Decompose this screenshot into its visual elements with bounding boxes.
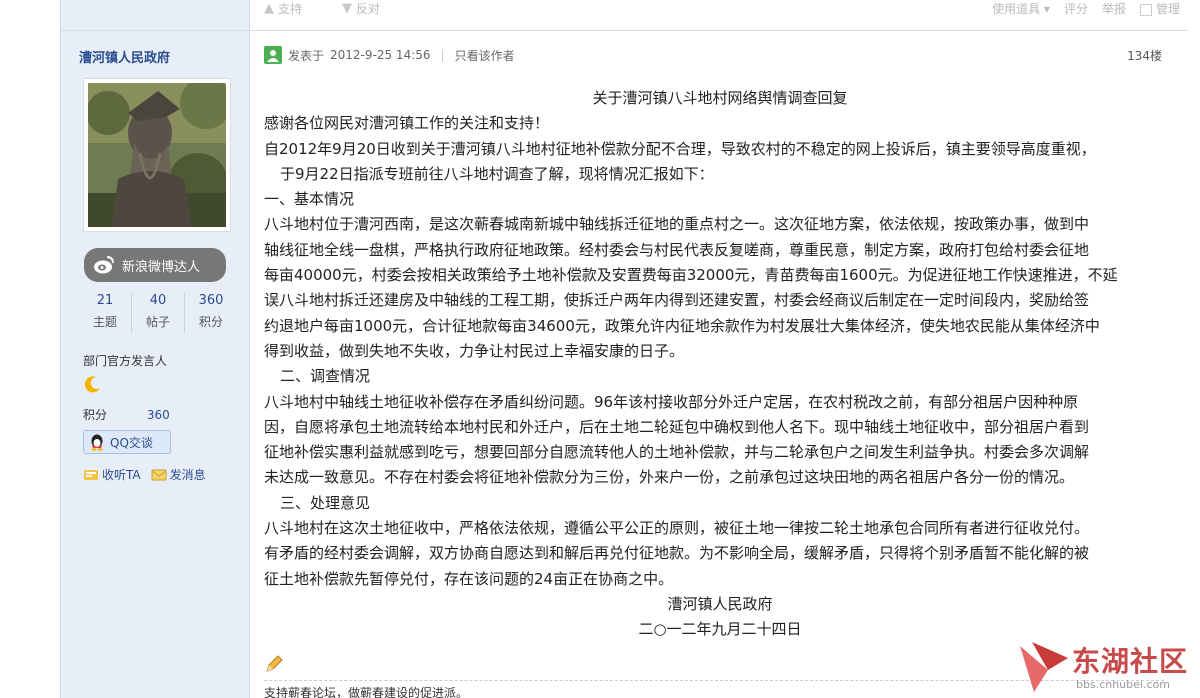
post-line: 八斗地村位于漕河西南，是这次蕲春城南新城中轴线拆迁征地的重点村之一。这次征地方案… [264, 215, 1090, 234]
stat-posts[interactable]: 40 帖子 [132, 293, 185, 333]
post-line: 得到收益，做到失地不失收，力争让村民过上幸福安康的日子。 [264, 341, 685, 360]
author-actions: 收听TA 发消息 [83, 466, 206, 483]
points-label: 积分 [83, 408, 108, 422]
qq-chat-button[interactable]: QQ交谈 [83, 430, 171, 454]
oppose-button[interactable]: ▼ 反对 [342, 0, 380, 17]
follow-icon [84, 469, 98, 480]
previous-post-actions: ▲ 支持 ▼ 反对 使用道具 ▾ 评分 举报 管理 [250, 0, 1188, 18]
post-line: 有矛盾的经村委会调解，双方协商自愿达到和解后再兑付征地款。为不影响全局，缓解矛盾… [264, 544, 1090, 563]
posted-time: 2012-9-25 14:56 [330, 48, 431, 62]
author-role: 部门官方发言人 [83, 354, 168, 368]
send-message-label: 发消息 [169, 468, 206, 482]
posted-prefix: 发表于 [288, 48, 325, 63]
watermark-logo [1020, 642, 1068, 692]
section-heading: 二、调查情况 [280, 367, 371, 386]
stat-value: 21 [96, 293, 114, 308]
pencil-icon [266, 655, 283, 672]
forum-post: 漕河镇人民政府 新浪微博达人 21 主题 40 帖子 360 积分 部门官方发言… [60, 0, 1188, 698]
author-name-link[interactable]: 漕河镇人民政府 [79, 47, 170, 66]
manage-checkbox[interactable] [1139, 3, 1152, 16]
post-line: 八斗地村中轴线土地征收补偿存在矛盾纠纷问题。96年该村接收部分外迁户定居，在农村… [264, 392, 1079, 411]
stat-label: 主题 [92, 315, 117, 329]
sign-org: 漕河镇人民政府 [667, 594, 773, 613]
stat-topics[interactable]: 21 主题 [79, 293, 132, 333]
post-line: 每亩40000元，村委会按相关政策给予土地补偿款及安置费每亩32000元，青苗费… [264, 266, 1118, 285]
post-content: 关于漕河镇八斗地村网络舆情调查回复 感谢各位网民对漕河镇工作的关注和支持！ 自2… [264, 86, 1176, 643]
section-heading: 一、基本情况 [264, 190, 355, 209]
stat-value: 40 [149, 293, 167, 308]
envelope-icon [151, 469, 167, 480]
weibo-badge-label: 新浪微博达人 [122, 259, 201, 275]
post-line: 约退地户每亩1000元，合计征地款每亩34600元，政策允许内征地余款作为村发展… [264, 316, 1100, 335]
post-title: 关于漕河镇八斗地村网络舆情调查回复 [592, 89, 848, 107]
thumb-down-icon: ▼ [342, 1, 352, 16]
post-line: 征土地补偿款先暂停兑付，存在该问题的24亩正在协商之中。 [264, 569, 674, 588]
post-line: 误八斗地村拆迁还建房及中轴线的工程工期，使拆迁户两年内得到还建安置，村委会经商议… [264, 291, 1090, 310]
qq-penguin-icon [91, 434, 103, 451]
post-line: 于9月22日指派专班前往八斗地村调查了解，现将情况汇报如下： [280, 164, 714, 183]
follow-link[interactable]: 收听TA [83, 466, 141, 483]
oppose-label: 反对 [356, 2, 381, 16]
only-author-link[interactable]: 只看该作者 [455, 47, 515, 64]
watermark-url: bbs.cnhubei.com [1076, 678, 1170, 691]
right-gutter [1188, 0, 1200, 698]
manage-label: 管理 [1155, 2, 1180, 16]
post-line: 征地补偿实惠利益就感到吃亏，想要回部分自愿流转他人的土地补偿款，并与二轮承包户之… [264, 443, 1090, 462]
points-row: 积分 360 [83, 406, 170, 423]
avatar[interactable] [83, 78, 231, 232]
user-signature: 支持蕲春论坛，做蕲春建设的促进派。 [264, 686, 469, 698]
post-line: 八斗地村在这次土地征收中，严格依法依规，遵循公平公正的原则，被征土地一律按二轮土… [264, 519, 1090, 538]
site-watermark: 东湖社区 bbs.cnhubei.com [1018, 640, 1194, 696]
stat-points[interactable]: 360 积分 [185, 293, 237, 333]
weibo-icon [94, 256, 114, 274]
post-header: 发表于 2012-9-25 14:56 | 只看该作者 134楼 [264, 44, 1174, 66]
weibo-badge[interactable]: 新浪微博达人 [84, 248, 226, 282]
rate-link[interactable]: 评分 [1064, 0, 1088, 17]
use-tool-label: 使用道具 [992, 2, 1041, 16]
online-status-icon [264, 46, 282, 64]
avatar-image [88, 83, 226, 227]
follow-label: 收听TA [102, 468, 141, 482]
report-link[interactable]: 举报 [1102, 0, 1126, 17]
stat-label: 积分 [198, 315, 223, 329]
sign-date: 二○一二年九月二十四日 [638, 620, 802, 639]
chevron-down-icon: ▾ [1043, 2, 1050, 16]
watermark-text: 东湖社区 [1072, 645, 1189, 678]
left-gutter [0, 0, 60, 698]
post-line: 感谢各位网民对漕河镇工作的关注和支持！ [264, 114, 550, 133]
moon-level-icon [84, 376, 100, 393]
qq-chat-label: QQ交谈 [110, 435, 153, 450]
thumb-up-icon: ▲ [264, 1, 274, 16]
manage-checkbox-group[interactable]: 管理 [1139, 0, 1180, 17]
post-line: 因，自愿将承包土地流转给本地村民和外迁户，后在土地二轮延包中确权到他人名下。现中… [264, 417, 1090, 436]
post-main: ▲ 支持 ▼ 反对 使用道具 ▾ 评分 举报 管理 发表于 2012-9-25 … [250, 0, 1188, 698]
post-line: 未达成一致意见。不存在村委会将征地补偿款分为三份，外来户一份，之前承包过这块田地… [264, 468, 1075, 487]
points-value: 360 [146, 408, 170, 422]
support-label: 支持 [278, 2, 303, 16]
use-tool-menu[interactable]: 使用道具 ▾ [992, 0, 1050, 17]
send-message-link[interactable]: 发消息 [151, 466, 206, 483]
floor-number[interactable]: 134楼 [1127, 47, 1162, 64]
section-heading: 三、处理意见 [280, 493, 371, 512]
author-sidebar: 漕河镇人民政府 新浪微博达人 21 主题 40 帖子 360 积分 部门官方发言… [61, 0, 250, 698]
post-separator [60, 30, 1188, 31]
stat-label: 帖子 [145, 315, 170, 329]
post-tools: 使用道具 ▾ 评分 举报 管理 [992, 0, 1180, 17]
post-line: 轴线征地全线一盘棋，严格执行政府征地政策。经村委会与村民代表反复嗟商，尊重民意，… [264, 240, 1090, 259]
header-separator: | [440, 48, 445, 62]
support-button[interactable]: ▲ 支持 [264, 0, 302, 17]
post-line: 自2012年9月20日收到关于漕河镇八斗地村征地补偿款分配不合理，导致农村的不稳… [264, 139, 1096, 158]
author-stats: 21 主题 40 帖子 360 积分 [79, 293, 237, 333]
stat-value: 360 [198, 293, 224, 308]
